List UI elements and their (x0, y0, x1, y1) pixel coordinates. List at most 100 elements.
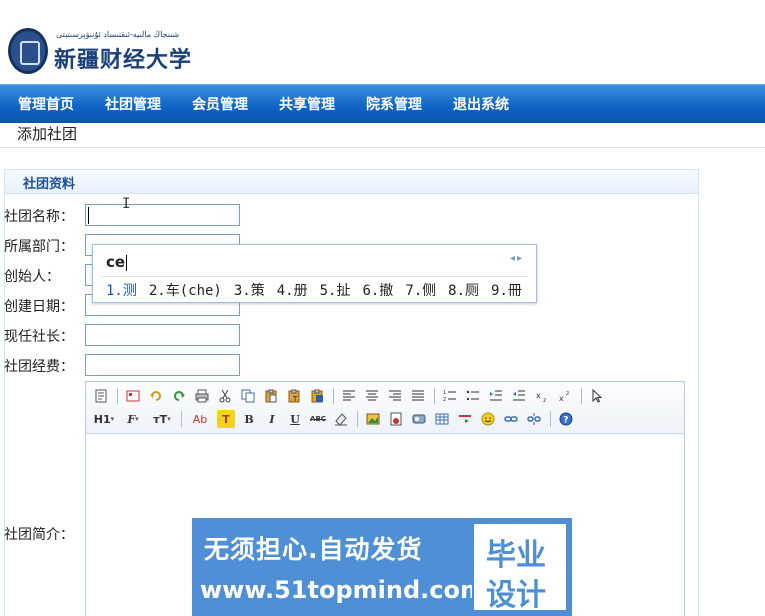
ime-caret (126, 255, 127, 271)
undo-icon[interactable] (147, 387, 165, 405)
nav-item-member-management[interactable]: 会员管理 (192, 94, 248, 114)
text-color-label: Ab (192, 412, 208, 426)
ime-candidate[interactable]: 1.测 (106, 280, 137, 300)
paste-text-icon[interactable]: T (285, 387, 303, 405)
unordered-list-icon[interactable] (464, 387, 482, 405)
toolbar-divider (357, 411, 358, 427)
nav-item-share-management[interactable]: 共享管理 (279, 94, 335, 114)
unlink-icon[interactable] (525, 410, 543, 428)
ibeam-cursor-icon: I (122, 196, 131, 212)
toolbar-divider (434, 388, 435, 404)
paste-icon[interactable] (262, 387, 280, 405)
department-label: 所属部门： (4, 239, 74, 255)
watermark-badge-line2: 设计 (486, 578, 546, 613)
university-name: 新疆财经大学 (54, 47, 193, 73)
insert-media-icon[interactable] (410, 410, 428, 428)
redo-icon[interactable] (170, 387, 188, 405)
insert-flash-icon[interactable] (387, 410, 405, 428)
founded-date-label: 创建日期： (4, 299, 74, 315)
toolbar-divider (581, 388, 582, 404)
nav-item-club-management[interactable]: 社团管理 (105, 94, 161, 114)
text-caret (88, 207, 89, 224)
ime-candidate[interactable]: 2.车(che) (149, 280, 222, 300)
paste-word-icon[interactable] (308, 387, 326, 405)
svg-text:?: ? (563, 416, 568, 426)
section-title: 社团资料 (23, 177, 76, 192)
font-size-label: тT (153, 412, 168, 426)
indent-icon[interactable] (487, 387, 505, 405)
underline-button[interactable]: U (286, 410, 304, 428)
ime-candidate-list: 1.测 2.车(che) 3.策 4.册 5.扯 6.撤 7.侧 8.厕 9.冊 (106, 280, 534, 300)
toolbar-divider (181, 411, 182, 427)
toolbar-row-1: T 12 x 2 x 2 (92, 385, 611, 407)
svg-text:2: 2 (543, 398, 546, 403)
text-color-button[interactable]: Ab (188, 410, 212, 428)
superscript-icon[interactable]: x2 (556, 387, 574, 405)
ime-candidate[interactable]: 8.厕 (448, 280, 479, 300)
ime-candidate[interactable]: 7.侧 (405, 280, 436, 300)
help-icon[interactable]: ? (557, 410, 575, 428)
svg-text:1: 1 (443, 390, 446, 396)
insert-table-icon[interactable] (433, 410, 451, 428)
italic-button[interactable]: I (263, 410, 281, 428)
copy-icon[interactable] (239, 387, 257, 405)
toolbar-row-2: H1 ▾ F ▾ тT ▾ Ab T B I U ABC ? (92, 408, 580, 430)
ime-candidate-window: ce ◂▸ 1.测 2.车(che) 3.策 4.册 5.扯 6.撤 7.侧 8… (92, 244, 537, 303)
align-left-icon[interactable] (340, 387, 358, 405)
link-icon[interactable] (502, 410, 520, 428)
select-all-icon[interactable] (588, 387, 606, 405)
outdent-icon[interactable] (510, 387, 528, 405)
president-input[interactable] (85, 324, 240, 346)
ime-candidate[interactable]: 5.扯 (320, 280, 351, 300)
underline-label: U (290, 412, 300, 426)
heading-dropdown[interactable]: H1 ▾ (92, 410, 116, 428)
svg-text:x: x (536, 391, 541, 400)
font-size-dropdown[interactable]: тT ▾ (150, 410, 174, 428)
nav-item-department-management[interactable]: 院系管理 (366, 94, 422, 114)
watermark-url: www.51topmind.com (200, 576, 485, 604)
founder-label: 创始人： (4, 269, 60, 285)
toolbar-divider (550, 411, 551, 427)
nav-item-logout[interactable]: 退出系统 (453, 94, 509, 114)
horizontal-rule-icon[interactable] (456, 410, 474, 428)
club-name-label: 社团名称： (4, 209, 74, 225)
nav-item-home[interactable]: 管理首页 (18, 94, 74, 114)
ordered-list-icon[interactable]: 12 (441, 387, 459, 405)
bold-button[interactable]: B (240, 410, 258, 428)
italic-label: I (269, 412, 275, 426)
ime-page-arrows-icon[interactable]: ◂▸ (510, 253, 524, 264)
strikethrough-label: ABC (310, 415, 326, 423)
ime-candidate[interactable]: 6.撤 (362, 280, 393, 300)
svg-text:x: x (559, 394, 564, 403)
preview-icon[interactable] (124, 387, 142, 405)
watermark-slogan: 无须担心.自动发货 (204, 535, 423, 564)
ime-candidate[interactable]: 3.策 (234, 280, 265, 300)
subscript-icon[interactable]: x2 (533, 387, 551, 405)
emoticon-icon[interactable] (479, 410, 497, 428)
highlight-label: T (222, 412, 230, 426)
font-label: F (127, 412, 136, 426)
font-dropdown[interactable]: F ▾ (121, 410, 145, 428)
toolbar-divider (117, 388, 118, 404)
source-icon[interactable] (92, 387, 110, 405)
align-right-icon[interactable] (386, 387, 404, 405)
cut-icon[interactable] (216, 387, 234, 405)
strikethrough-button[interactable]: ABC (309, 410, 327, 428)
svg-text:2: 2 (443, 397, 446, 403)
subtitle-bar: 添加社团 (0, 123, 765, 148)
ime-divider (101, 276, 528, 277)
justify-icon[interactable] (409, 387, 427, 405)
ime-candidate[interactable]: 4.册 (277, 280, 308, 300)
heading-label: H1 (93, 412, 111, 426)
print-icon[interactable] (193, 387, 211, 405)
highlight-button[interactable]: T (217, 410, 235, 428)
funds-input[interactable] (85, 354, 240, 376)
svg-text:2: 2 (566, 391, 569, 397)
ime-candidate[interactable]: 9.冊 (491, 280, 522, 300)
editor-toolbar: T 12 x 2 x 2 H1 ▾ F ▾ тT ▾ Ab T B I U AB… (86, 382, 684, 434)
club-name-input[interactable] (85, 204, 240, 226)
align-center-icon[interactable] (363, 387, 381, 405)
insert-image-icon[interactable] (364, 410, 382, 428)
svg-text:T: T (292, 395, 298, 403)
eraser-icon[interactable] (332, 410, 350, 428)
